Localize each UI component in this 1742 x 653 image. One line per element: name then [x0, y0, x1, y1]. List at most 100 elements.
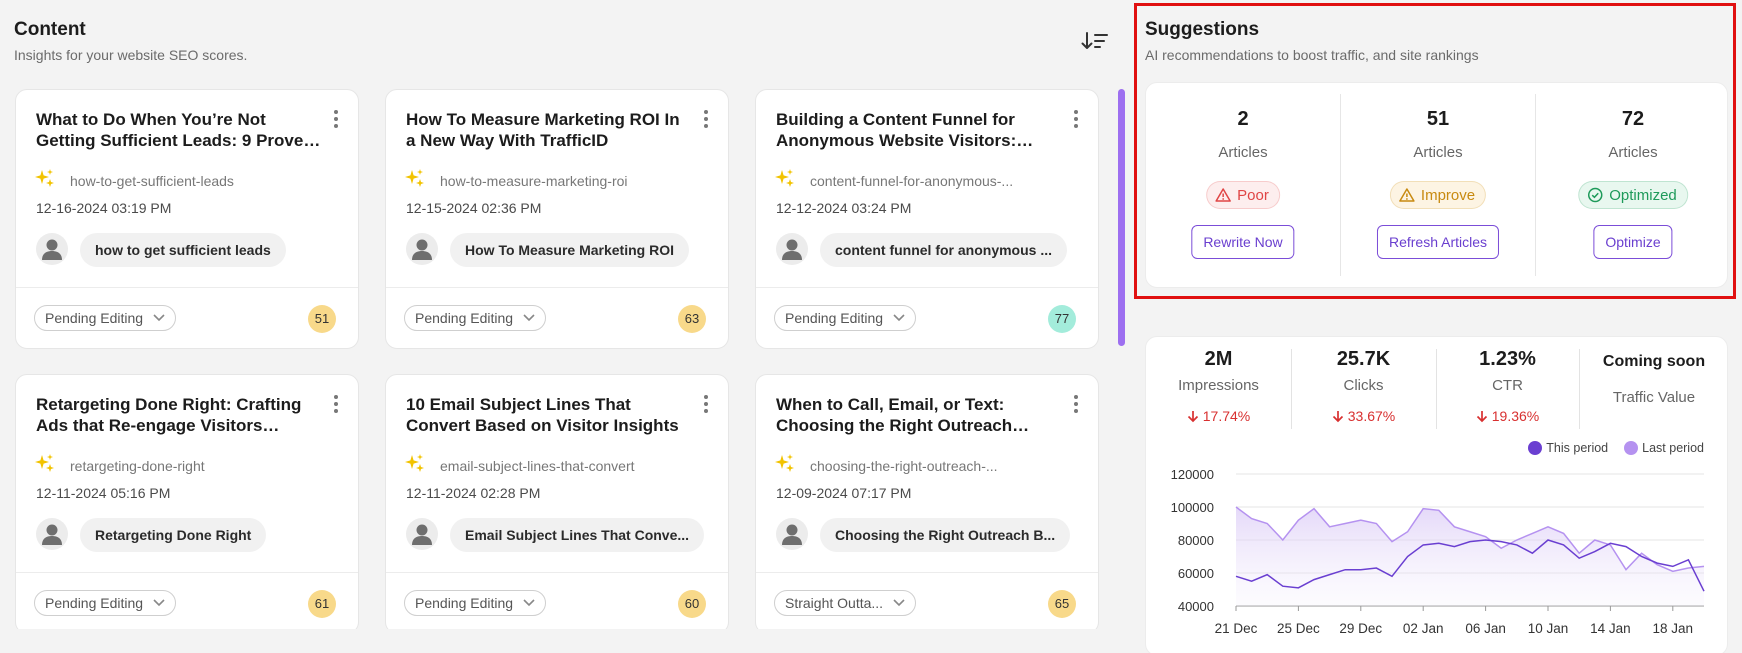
status-dropdown[interactable]: Pending Editing [404, 590, 547, 616]
sparkle-icon [774, 452, 796, 479]
x-tick-label: 18 Jan [1653, 621, 1694, 636]
card-date: 12-12-2024 03:24 PM [776, 200, 912, 216]
content-card[interactable]: How To Measure Marketing ROI In a New Wa… [385, 89, 729, 349]
y-tick-label: 100000 [1171, 500, 1214, 515]
status-label: Pending Editing [415, 595, 514, 611]
keyword-chip: content funnel for anonymous ... [820, 233, 1067, 267]
suggestion-label: Articles [1218, 144, 1268, 161]
card-date: 12-16-2024 03:19 PM [36, 200, 172, 216]
sparkle-icon [404, 452, 426, 479]
y-tick-label: 60000 [1178, 566, 1214, 581]
more-options-icon[interactable] [1068, 108, 1084, 130]
keyword-chip: Choosing the Right Outreach B... [820, 518, 1071, 552]
y-tick-label: 40000 [1178, 599, 1214, 614]
card-title[interactable]: How To Measure Marketing ROI In a New Wa… [406, 109, 691, 151]
keyword-chip: Email Subject Lines That Conve... [450, 518, 705, 552]
status-dropdown[interactable]: Pending Editing [34, 305, 177, 331]
metric-label: CTR [1492, 377, 1523, 394]
sparkle-icon [34, 167, 56, 194]
content-card[interactable]: Retargeting Done Right: Crafting Ads tha… [15, 374, 359, 629]
metric-traffic-value: Coming soon Traffic Value [1579, 337, 1727, 437]
avatar [776, 518, 808, 550]
card-date: 12-11-2024 05:16 PM [36, 485, 171, 501]
content-card[interactable]: 10 Email Subject Lines That Convert Base… [385, 374, 729, 629]
card-title[interactable]: When to Call, Email, or Text: Choosing t… [776, 394, 1061, 436]
metric-delta-value: 17.74% [1202, 408, 1251, 424]
metric-label: Impressions [1178, 377, 1259, 394]
metric-divider [1579, 349, 1580, 429]
suggestion-action-button[interactable]: Rewrite Now [1191, 225, 1295, 259]
suggestion-column: 72 Articles Optimized Optimize [1536, 83, 1730, 289]
suggestion-column: 2 Articles Poor Rewrite Now [1146, 83, 1340, 289]
score-badge: 61 [308, 590, 336, 618]
status-badge-label: Improve [1420, 186, 1476, 204]
metric-value: 2M [1204, 348, 1233, 370]
warning-icon [1399, 187, 1421, 203]
arrow-down-icon [1187, 408, 1203, 424]
card-slug: content-funnel-for-anonymous-... [810, 172, 1014, 189]
content-card[interactable]: What to Do When You’re Not Getting Suffi… [15, 89, 359, 349]
score-badge: 63 [678, 305, 706, 333]
card-divider [16, 287, 358, 288]
card-date: 12-15-2024 02:36 PM [406, 200, 542, 216]
card-title[interactable]: Building a Content Funnel for Anonymous … [776, 109, 1061, 151]
card-divider [756, 287, 1098, 288]
card-divider [386, 572, 728, 573]
card-slug-row: how-to-measure-marketing-roi [404, 167, 628, 194]
card-divider [16, 572, 358, 573]
more-options-icon[interactable] [1068, 393, 1084, 415]
arrow-down-icon [1476, 408, 1492, 424]
more-options-icon[interactable] [698, 108, 714, 130]
suggestion-column: 51 Articles Improve Refresh Articles [1341, 83, 1535, 289]
avatar [776, 233, 808, 265]
card-slug: how-to-get-sufficient-leads [70, 172, 234, 189]
card-slug: email-subject-lines-that-convert [440, 457, 635, 474]
x-tick-label: 10 Jan [1528, 621, 1569, 636]
last-period-area [1236, 507, 1704, 606]
suggestions-card: 2 Articles Poor Rewrite Now 51 Articles I… [1145, 82, 1728, 288]
keyword-chip: Retargeting Done Right [80, 518, 267, 552]
avatar [36, 518, 68, 550]
content-subtitle: Insights for your website SEO scores. [14, 47, 248, 63]
more-options-icon[interactable] [328, 393, 344, 415]
card-date: 12-09-2024 07:17 PM [776, 485, 912, 501]
suggestion-action-button[interactable]: Optimize [1593, 225, 1673, 259]
status-dropdown[interactable]: Pending Editing [774, 305, 917, 331]
score-badge: 51 [308, 305, 336, 333]
status-label: Pending Editing [45, 595, 144, 611]
status-badge-label: Optimized [1609, 186, 1677, 204]
status-dropdown[interactable]: Pending Editing [34, 590, 177, 616]
sort-icon[interactable] [1080, 28, 1110, 54]
metric-value: Coming soon [1602, 353, 1706, 370]
more-options-icon[interactable] [328, 108, 344, 130]
card-slug-row: email-subject-lines-that-convert [404, 452, 635, 479]
arrow-down-icon [1332, 408, 1348, 424]
sparkle-icon [774, 167, 796, 194]
x-tick-label: 25 Dec [1277, 621, 1320, 636]
status-dropdown[interactable]: Straight Outta... [774, 590, 917, 616]
metric-delta: 17.74% [1146, 408, 1291, 424]
card-slug-row: how-to-get-sufficient-leads [34, 167, 234, 194]
suggestion-action-button[interactable]: Refresh Articles [1376, 225, 1500, 259]
status-dropdown[interactable]: Pending Editing [404, 305, 547, 331]
x-tick-label: 02 Jan [1403, 621, 1444, 636]
content-card[interactable]: Building a Content Funnel for Anonymous … [755, 89, 1099, 349]
keyword-chip: how to get sufficient leads [80, 233, 286, 267]
x-tick-label: 06 Jan [1465, 621, 1506, 636]
card-title[interactable]: 10 Email Subject Lines That Convert Base… [406, 394, 691, 436]
score-badge: 60 [678, 590, 706, 618]
sparkle-icon [404, 167, 426, 194]
scrollbar-thumb[interactable] [1118, 89, 1125, 346]
card-title[interactable]: What to Do When You’re Not Getting Suffi… [36, 109, 321, 151]
x-tick-label: 14 Jan [1590, 621, 1631, 636]
suggestion-label: Articles [1608, 144, 1658, 161]
card-title[interactable]: Retargeting Done Right: Crafting Ads tha… [36, 394, 321, 436]
content-title: Content [14, 19, 86, 40]
content-card[interactable]: When to Call, Email, or Text: Choosing t… [755, 374, 1099, 629]
more-options-icon[interactable] [698, 393, 714, 415]
card-date: 12-11-2024 02:28 PM [406, 485, 541, 501]
metric-divider [1436, 349, 1437, 429]
card-slug: retargeting-done-right [70, 457, 205, 474]
content-header: Content Insights for your website SEO sc… [14, 19, 247, 63]
column-divider [1535, 94, 1536, 276]
